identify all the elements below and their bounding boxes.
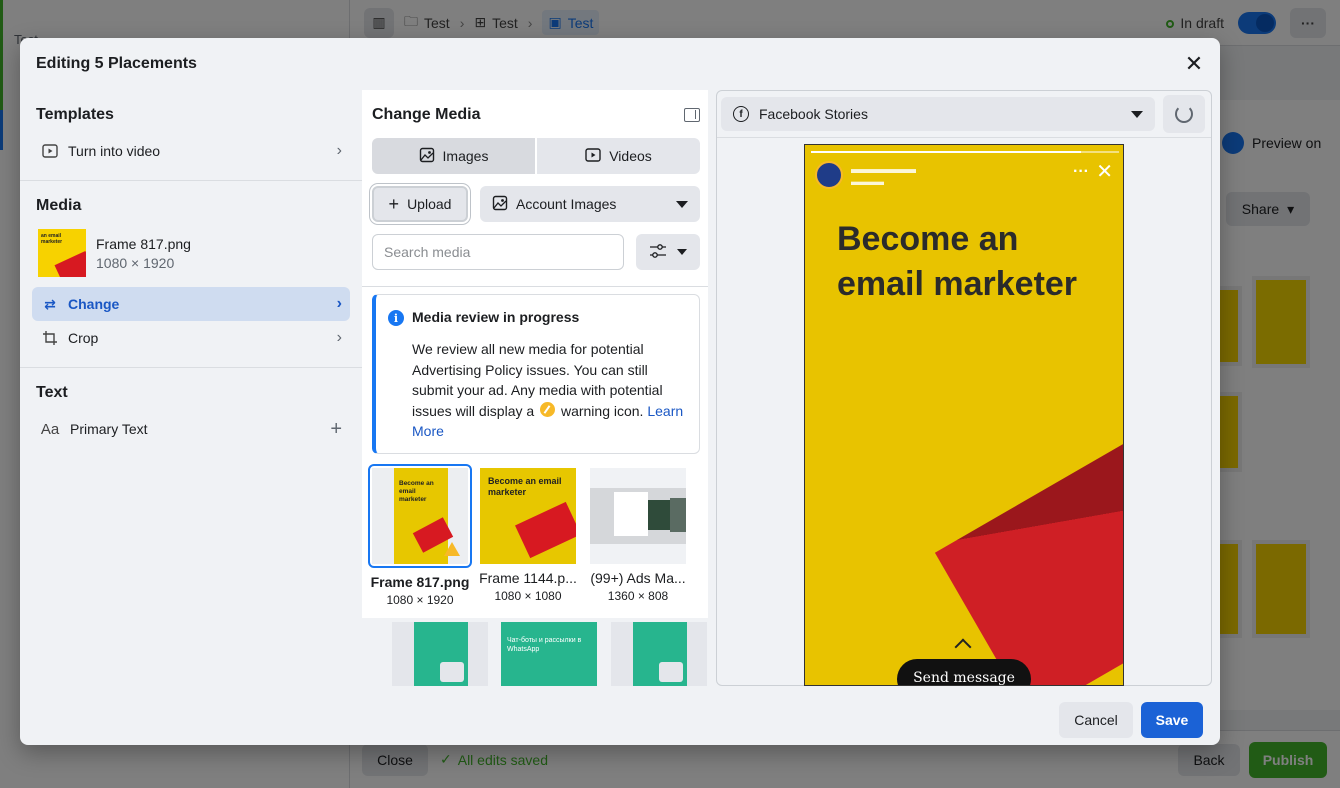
change-media-title: Change Media: [372, 106, 481, 123]
plus-icon: +: [388, 194, 400, 214]
warning-icon: [540, 401, 556, 417]
story-progress-bar: [811, 151, 1119, 153]
account-images-dropdown[interactable]: Account Images: [480, 186, 700, 222]
divider: [717, 137, 1211, 138]
media-tile-row2-2[interactable]: Чат-боты и рассылки в WhatsApp: [501, 622, 597, 686]
crop-icon: [40, 331, 60, 345]
avatar: [815, 161, 843, 189]
media-type-tabs: Images Videos: [372, 138, 700, 174]
media-tile-image: Become an email marketer: [372, 468, 468, 564]
media-tile-name: Frame 1144.p...: [479, 570, 577, 586]
media-file-name: Frame 817.png: [96, 235, 191, 252]
refresh-icon: [1175, 105, 1193, 123]
info-icon: i: [388, 310, 404, 326]
modal-header: Editing 5 Placements ✕: [20, 38, 1220, 90]
chevron-right-icon: ›: [336, 142, 342, 159]
teal-square-image: Чат-боты и рассылки в WhatsApp: [501, 622, 597, 686]
media-tile-border: Become an email marketer: [368, 464, 472, 568]
media-tile-frame-817[interactable]: Become an email marketer Frame 817.png 1…: [368, 464, 472, 607]
templates-title: Templates: [36, 106, 114, 123]
tab-images[interactable]: Images: [372, 138, 535, 174]
media-tile-dims: 1360 × 808: [607, 589, 669, 603]
search-media-input[interactable]: [372, 234, 624, 270]
media-tile-dims: 1080 × 1920: [386, 593, 454, 607]
change-media-panel: Change Media Images Videos + Upload Acco…: [362, 90, 708, 745]
current-media-file: an email marketer Frame 817.png 1080 × 1…: [32, 225, 350, 281]
notice-title: Media review in progress: [412, 309, 580, 325]
chevron-right-icon: ›: [336, 329, 342, 346]
preview-panel: f Facebook Stories ▬▬▬▬▬ ▬▬▬ ··· ✕ Becom…: [716, 90, 1212, 686]
media-tile-image: [590, 468, 686, 564]
refresh-preview-button[interactable]: [1163, 95, 1205, 133]
envelope-graphic: [54, 250, 86, 277]
video-icon: [40, 144, 60, 158]
chevron-right-icon: ›: [336, 295, 342, 312]
templates-section: Templates Turn into video ›: [20, 90, 362, 181]
send-message-cta: Send message: [897, 659, 1031, 685]
media-file-dimensions: 1080 × 1920: [96, 254, 175, 271]
chevron-up-icon: [954, 638, 972, 656]
yellow-tall-image: Become an email marketer: [394, 468, 454, 564]
media-tile-name: (99+) Ads Ma...: [590, 570, 686, 586]
warning-icon: [444, 542, 460, 556]
media-review-notice: i Media review in progress We review all…: [372, 294, 700, 454]
more-options-icon: ···: [1073, 163, 1089, 180]
story-headline: Become an email marketer: [837, 220, 1078, 303]
swap-icon: ⇄: [44, 295, 56, 312]
caret-down-icon: [1131, 110, 1143, 118]
caret-down-icon: [677, 249, 687, 255]
sliders-icon: [649, 243, 667, 261]
media-tile-row2-3[interactable]: [611, 622, 707, 686]
media-tile-image: Become an email marketer: [480, 468, 576, 564]
change-media-item[interactable]: ⇄ Change ›: [32, 287, 350, 321]
placement-dropdown[interactable]: f Facebook Stories: [721, 97, 1155, 131]
media-title: Media: [36, 197, 82, 214]
story-preview: ▬▬▬▬▬ ▬▬▬ ··· ✕ Become an email marketer…: [804, 144, 1124, 686]
upload-button[interactable]: + Upload: [372, 186, 468, 222]
modal-title: Editing 5 Placements: [36, 55, 197, 72]
collapse-panel-icon[interactable]: [684, 108, 700, 122]
video-icon: [585, 147, 601, 165]
facebook-icon: f: [733, 106, 749, 122]
tab-videos[interactable]: Videos: [537, 138, 700, 174]
text-title: Text: [36, 384, 68, 401]
image-icon: [492, 195, 508, 214]
editor-sidebar: Templates Turn into video › Media an ema…: [20, 90, 362, 745]
text-section: Text Aa Primary Text +: [20, 368, 362, 458]
yellow-square-image: Become an email marketer: [480, 468, 576, 564]
turn-into-video-item[interactable]: Turn into video ›: [32, 134, 350, 168]
media-tile-dims: 1080 × 1080: [494, 589, 562, 603]
envelope-graphic: [515, 501, 576, 559]
media-thumbnail: an email marketer: [38, 229, 86, 277]
media-tile-name: Frame 817.png: [370, 574, 470, 590]
image-icon: [419, 147, 435, 166]
plus-icon[interactable]: +: [330, 418, 342, 441]
page-name-blurred: ▬▬▬▬▬: [851, 161, 916, 176]
media-tile-frame-1144[interactable]: Become an email marketer Frame 1144.p...…: [478, 468, 578, 603]
sponsored-label: ▬▬▬: [851, 176, 884, 188]
media-section: Media an email marketer Frame 817.png 10…: [20, 181, 362, 368]
media-tile-ads-manager[interactable]: (99+) Ads Ma... 1360 × 808: [588, 468, 688, 603]
filter-dropdown[interactable]: [636, 234, 700, 270]
change-media-card: Change Media Images Videos + Upload Acco…: [362, 90, 708, 618]
media-tile-row2-1[interactable]: [392, 622, 488, 686]
caret-down-icon: [676, 200, 688, 208]
teal-tall-image: [414, 622, 468, 686]
screenshot-image: [590, 488, 686, 544]
cancel-button[interactable]: Cancel: [1059, 702, 1133, 738]
close-icon[interactable]: ✕: [1182, 51, 1206, 76]
teal-tall-image: [633, 622, 687, 686]
primary-text-item[interactable]: Aa Primary Text +: [32, 412, 350, 446]
divider: [362, 286, 708, 287]
text-format-icon: Aa: [40, 420, 60, 438]
notice-body: We review all new media for potential Ad…: [412, 341, 684, 439]
crop-item[interactable]: Crop ›: [32, 321, 350, 355]
save-button[interactable]: Save: [1141, 702, 1203, 738]
close-icon: ✕: [1096, 161, 1113, 183]
editing-placements-modal: Editing 5 Placements ✕ Templates Turn in…: [20, 38, 1220, 745]
